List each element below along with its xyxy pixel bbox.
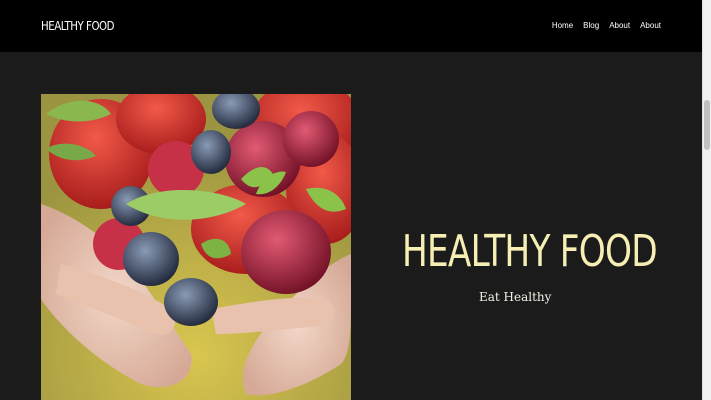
hero-title: HEALTHY FOOD: [402, 226, 658, 277]
site-header: HEALTHY FOOD Home Blog About About: [0, 0, 703, 52]
main-nav: Home Blog About About: [542, 21, 661, 30]
page-scrollbar[interactable]: [702, 0, 711, 400]
nav-blog[interactable]: Blog: [583, 21, 599, 30]
nav-home[interactable]: Home: [552, 21, 573, 30]
nav-about[interactable]: About: [609, 21, 630, 30]
site-logo[interactable]: HEALTHY FOOD: [41, 18, 114, 33]
scrollbar-thumb[interactable]: [704, 100, 710, 150]
hero-image: [41, 94, 351, 400]
nav-about-2[interactable]: About: [640, 21, 661, 30]
hero-subtitle: Eat Healthy: [479, 290, 552, 304]
